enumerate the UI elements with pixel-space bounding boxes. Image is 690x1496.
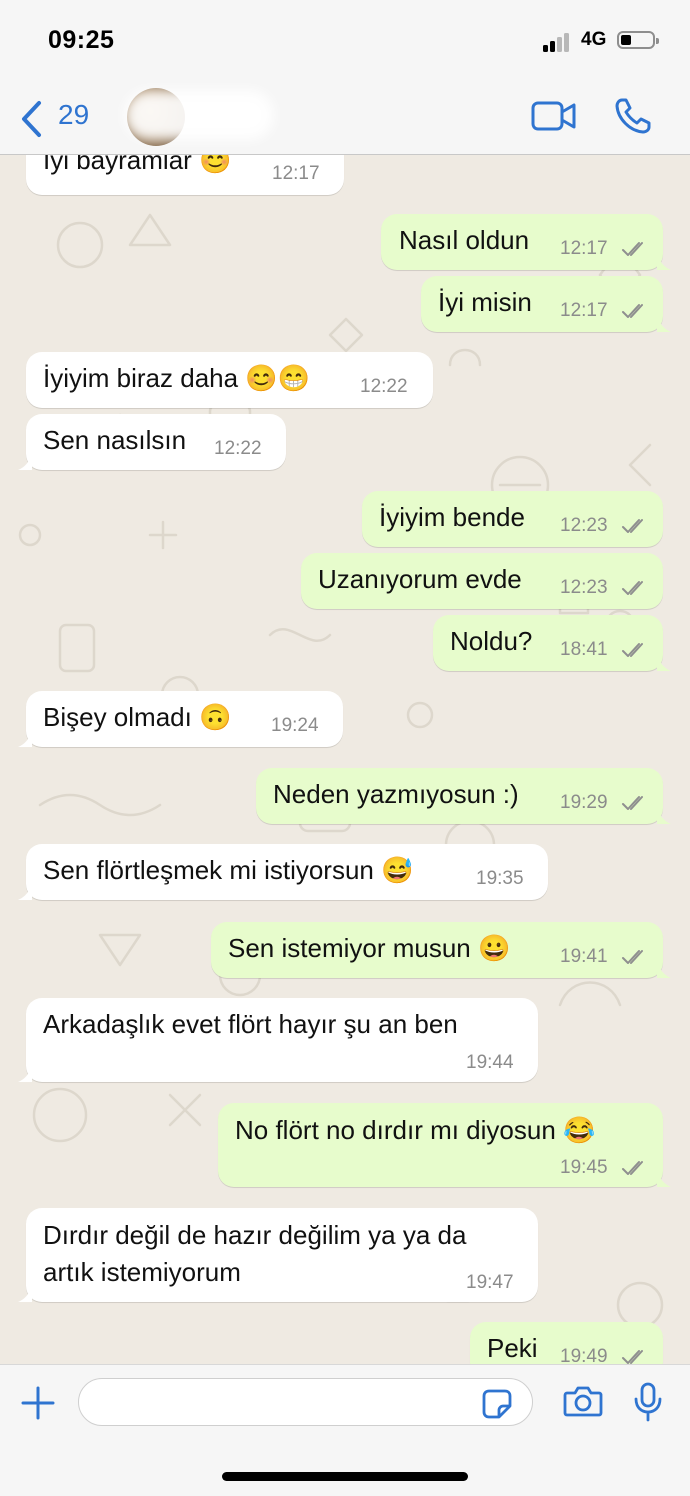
battery-icon bbox=[617, 31, 659, 49]
message-incoming[interactable]: Arkadaşlık evet flört hayır şu an ben 19… bbox=[18, 998, 538, 1082]
message-time: 12:23 bbox=[560, 515, 608, 536]
read-receipt-icon bbox=[622, 796, 643, 810]
status-bar: 09:25 4G bbox=[0, 0, 690, 84]
message-text: Nasıl oldun bbox=[399, 225, 530, 255]
message-time: 12:22 bbox=[360, 376, 408, 397]
blurred-contact-name[interactable] bbox=[124, 90, 274, 140]
message-time: 19:49 bbox=[560, 1346, 608, 1364]
message-text: İyiyim bende bbox=[379, 502, 525, 532]
plus-icon[interactable] bbox=[20, 1385, 56, 1421]
message-text: Neden yazmıyosun :) bbox=[273, 779, 519, 809]
read-receipt-icon bbox=[622, 1350, 643, 1364]
message-time: 12:22 bbox=[214, 438, 262, 459]
message-incoming[interactable]: Bişey olmadı 🙃 19:24 bbox=[18, 691, 343, 747]
chevron-left-icon[interactable] bbox=[20, 100, 44, 138]
message-time: 19:29 bbox=[560, 792, 608, 813]
message-text: Bişey olmadı 🙃 bbox=[43, 702, 232, 732]
read-receipt-icon bbox=[622, 242, 643, 256]
back-unread-count[interactable]: 29 bbox=[58, 99, 89, 131]
message-incoming[interactable]: Sen nasılsın 12:22 bbox=[18, 414, 286, 470]
message-text: Arkadaşlık evet flört hayır şu an ben bbox=[43, 1009, 458, 1039]
cellular-signal-icon bbox=[543, 32, 575, 52]
message-time: 19:35 bbox=[476, 868, 524, 889]
chat-header: 29 bbox=[0, 84, 690, 155]
message-text: İyiyim biraz daha 😊😁 bbox=[43, 363, 311, 393]
message-text: Sen istemiyor musun 😀 bbox=[228, 933, 511, 963]
message-outgoing[interactable]: İyi misin 12:17 bbox=[421, 276, 671, 332]
message-incoming[interactable]: İyiyim biraz daha 😊😁 12:22 bbox=[26, 352, 433, 408]
home-indicator[interactable] bbox=[222, 1472, 468, 1481]
status-time: 09:25 bbox=[48, 26, 115, 54]
message-text: Sen flörtleşmek mi istiyorsun 😅 bbox=[43, 855, 414, 885]
video-call-icon[interactable] bbox=[531, 100, 577, 132]
read-receipt-icon bbox=[622, 304, 643, 318]
message-text: Sen nasılsın bbox=[43, 425, 187, 455]
message-incoming[interactable]: İyi bayramlar 😊 12:17 bbox=[26, 155, 344, 195]
read-receipt-icon bbox=[622, 581, 643, 595]
microphone-icon[interactable] bbox=[633, 1382, 663, 1422]
message-outgoing[interactable]: Nasıl oldun 12:17 bbox=[381, 214, 671, 270]
message-text: İyi misin bbox=[438, 287, 532, 317]
message-text: Uzanıyorum evde bbox=[318, 564, 522, 594]
message-incoming[interactable]: Sen flörtleşmek mi istiyorsun 😅 19:35 bbox=[18, 844, 548, 900]
message-outgoing[interactable]: Sen istemiyor musun 😀 19:41 bbox=[211, 922, 671, 978]
message-time: 12:23 bbox=[560, 577, 608, 598]
message-outgoing[interactable]: Uzanıyorum evde 12:23 bbox=[301, 553, 663, 609]
message-time: 12:17 bbox=[560, 238, 608, 259]
read-receipt-icon bbox=[622, 643, 643, 657]
message-list[interactable]: İyi bayramlar 😊 12:17 Nasıl oldun 12:17 … bbox=[0, 155, 690, 1364]
message-time: 19:44 bbox=[466, 1052, 514, 1073]
message-time: 19:41 bbox=[560, 946, 608, 967]
message-text: Noldu? bbox=[450, 626, 533, 656]
message-text: No flört no dırdır mı diyosun 😂 bbox=[235, 1115, 596, 1145]
message-time: 19:47 bbox=[466, 1272, 514, 1293]
message-outgoing[interactable]: No flört no dırdır mı diyosun 😂 19:45 bbox=[218, 1103, 671, 1187]
message-time: 18:41 bbox=[560, 639, 608, 660]
read-receipt-icon bbox=[622, 519, 643, 533]
read-receipt-icon bbox=[622, 950, 643, 964]
message-text: Dırdır değil de hazır değilim ya ya da a… bbox=[43, 1220, 467, 1287]
sticker-icon[interactable] bbox=[481, 1388, 513, 1420]
message-text: Peki bbox=[487, 1333, 538, 1363]
message-time: 19:24 bbox=[271, 715, 319, 736]
message-text: İyi bayramlar 😊 bbox=[43, 155, 232, 175]
message-outgoing[interactable]: Neden yazmıyosun :) 19:29 bbox=[256, 768, 671, 824]
phone-call-icon[interactable] bbox=[614, 97, 652, 135]
message-outgoing[interactable]: Peki 19:49 bbox=[470, 1322, 663, 1364]
read-receipt-icon bbox=[622, 1161, 643, 1175]
message-time: 12:17 bbox=[272, 163, 320, 184]
network-type: 4G bbox=[581, 29, 607, 50]
message-incoming[interactable]: Dırdır değil de hazır değilim ya ya da a… bbox=[18, 1208, 538, 1302]
message-time: 19:45 bbox=[560, 1157, 608, 1178]
message-time: 12:17 bbox=[560, 300, 608, 321]
message-outgoing[interactable]: İyiyim bende 12:23 bbox=[362, 491, 663, 547]
camera-icon[interactable] bbox=[563, 1384, 603, 1418]
message-outgoing[interactable]: Noldu? 18:41 bbox=[433, 615, 671, 671]
message-input[interactable] bbox=[78, 1378, 533, 1426]
